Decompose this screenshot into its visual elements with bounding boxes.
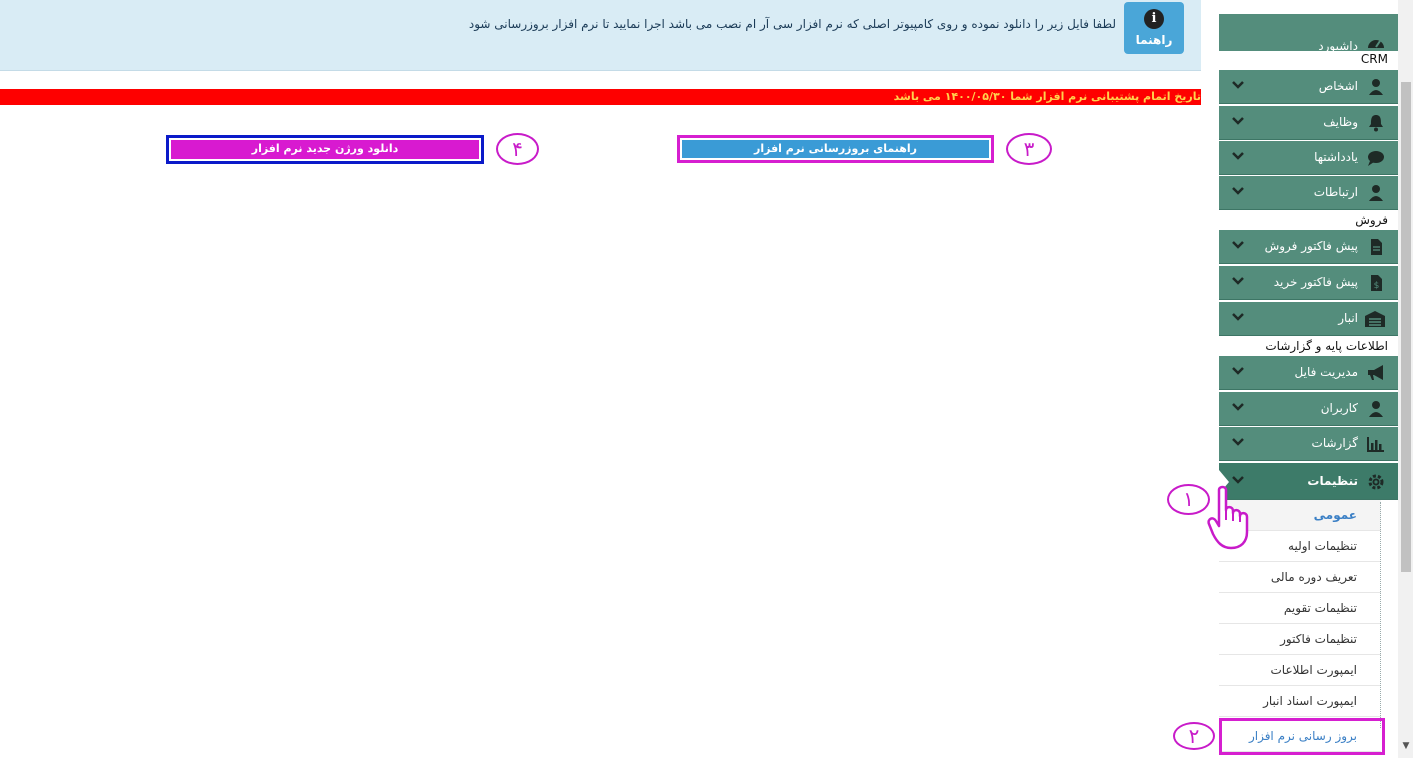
settings-sub-fiscal-period[interactable]: تعریف دوره مالی bbox=[1219, 562, 1381, 593]
gear-icon bbox=[1366, 473, 1386, 491]
user-icon bbox=[1366, 400, 1386, 418]
settings-sub-import-data[interactable]: ایمپورت اطلاعات bbox=[1219, 655, 1381, 686]
user-icon bbox=[1366, 184, 1386, 202]
chevron-down-icon bbox=[1231, 114, 1245, 128]
chevron-down-icon bbox=[1231, 435, 1245, 449]
support-notice-text: تاریخ اتمام پشتیبانی نرم افزار شما ۱۴۰۰/… bbox=[893, 90, 1201, 103]
step-marker-4: ۴ bbox=[496, 133, 539, 165]
submenu-divider bbox=[1380, 502, 1381, 728]
hand-pointer-icon bbox=[1207, 484, 1263, 552]
sidebar-item-notes[interactable]: یادداشتها bbox=[1219, 141, 1398, 175]
comment-icon bbox=[1366, 149, 1386, 167]
chevron-down-icon bbox=[1231, 310, 1245, 324]
sidebar-item-label: اشخاص bbox=[1318, 79, 1358, 93]
info-icon: i bbox=[1144, 9, 1164, 29]
sidebar-item-label: کاربران bbox=[1320, 401, 1358, 415]
sidebar-item-label: پیش فاکتور خرید bbox=[1273, 275, 1358, 289]
sidebar-item-label: گزارشات bbox=[1311, 436, 1358, 450]
sidebar-item-purchase-proforma[interactable]: $ پیش فاکتور خرید bbox=[1219, 266, 1398, 300]
file-dollar-icon: $ bbox=[1366, 274, 1386, 292]
sidebar-item-label: ارتباطات bbox=[1313, 185, 1358, 199]
chevron-down-icon bbox=[1231, 400, 1245, 414]
user-icon bbox=[1366, 78, 1386, 96]
sidebar-item-label: انبار bbox=[1338, 311, 1358, 325]
update-guide-button[interactable]: راهنمای بروزرسانی نرم افزار bbox=[682, 140, 989, 158]
sidebar-item-label: یادداشتها bbox=[1314, 150, 1358, 164]
chevron-down-icon bbox=[1231, 274, 1245, 288]
chevron-down-icon bbox=[1231, 149, 1245, 163]
sidebar-item-persons[interactable]: اشخاص bbox=[1219, 70, 1398, 104]
dashboard-icon bbox=[1366, 34, 1386, 52]
info-message: لطفا فایل زیر را دانلود نموده و روی کامپ… bbox=[468, 17, 1116, 31]
help-button[interactable]: i راهنما bbox=[1124, 2, 1184, 54]
software-update-highlight bbox=[1219, 718, 1385, 755]
sidebar: داشبورد CRM اشخاص وظایف یادداشتها ارتباط… bbox=[1219, 0, 1398, 758]
chevron-down-icon bbox=[1231, 238, 1245, 252]
bar-chart-icon bbox=[1366, 435, 1386, 453]
sidebar-item-communications[interactable]: ارتباطات bbox=[1219, 176, 1398, 210]
section-title-crm: CRM bbox=[1219, 51, 1398, 67]
chevron-down-icon bbox=[1231, 364, 1245, 378]
file-icon bbox=[1366, 238, 1386, 256]
sidebar-item-label: تنظیمات bbox=[1307, 474, 1358, 488]
step-marker-1: ۱ bbox=[1167, 484, 1210, 515]
sidebar-item-warehouse[interactable]: انبار bbox=[1219, 302, 1398, 336]
sidebar-item-users[interactable]: کاربران bbox=[1219, 392, 1398, 426]
download-new-version-button[interactable]: دانلود ورژن جدید نرم افزار bbox=[171, 140, 479, 159]
chevron-down-icon bbox=[1231, 184, 1245, 198]
settings-sub-calendar[interactable]: تنظیمات تقویم bbox=[1219, 593, 1381, 624]
step-marker-2: ۲ bbox=[1173, 722, 1215, 750]
settings-sub-invoice[interactable]: تنظیمات فاکتور bbox=[1219, 624, 1381, 655]
megaphone-icon bbox=[1366, 364, 1386, 382]
section-title-base-info: اطلاعات پایه و گزارشات bbox=[1219, 338, 1398, 354]
step-marker-3: ۳ bbox=[1006, 133, 1052, 165]
scroll-down-arrow-icon[interactable]: ▼ bbox=[1400, 740, 1412, 752]
settings-sub-import-warehouse-docs[interactable]: ایمپورت اسناد انبار bbox=[1219, 686, 1381, 717]
sidebar-item-reports[interactable]: گزارشات bbox=[1219, 427, 1398, 461]
sidebar-item-label: وظایف bbox=[1323, 115, 1358, 129]
section-title-sales: فروش bbox=[1219, 212, 1398, 228]
scrollbar-thumb[interactable] bbox=[1401, 82, 1411, 572]
sidebar-item-label: مدیریت فایل bbox=[1294, 365, 1358, 379]
sidebar-item-label: پیش فاکتور فروش bbox=[1264, 239, 1358, 253]
sidebar-item-file-management[interactable]: مدیریت فایل bbox=[1219, 356, 1398, 390]
help-button-label: راهنما bbox=[1135, 33, 1173, 47]
info-bar bbox=[0, 0, 1201, 71]
bell-icon bbox=[1366, 114, 1386, 132]
svg-text:$: $ bbox=[1374, 281, 1380, 291]
sidebar-item-tasks[interactable]: وظایف bbox=[1219, 106, 1398, 140]
warehouse-icon bbox=[1365, 310, 1386, 328]
chevron-down-icon bbox=[1231, 78, 1245, 92]
sidebar-item-sales-proforma[interactable]: پیش فاکتور فروش bbox=[1219, 230, 1398, 264]
